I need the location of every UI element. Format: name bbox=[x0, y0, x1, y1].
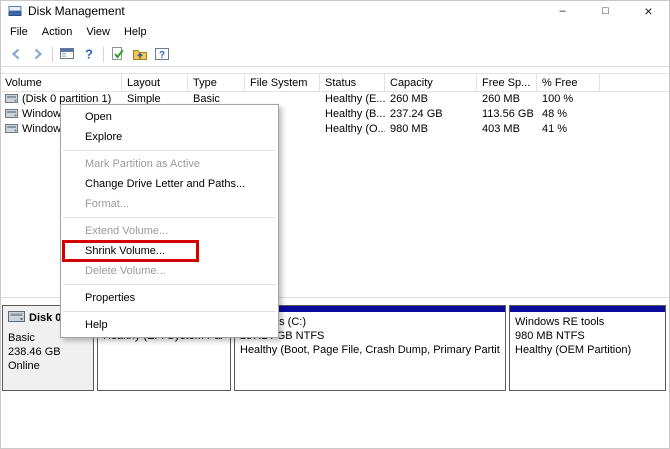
disk-name: Disk 0 bbox=[29, 312, 61, 324]
ctx-item-extend-volume: Extend Volume... bbox=[61, 221, 278, 241]
ctx-item-explore[interactable]: Explore bbox=[61, 127, 278, 147]
column-header-type[interactable]: Type bbox=[188, 74, 245, 91]
partition-title: Windows RE tools bbox=[515, 315, 660, 329]
cell-pct-free: 41 % bbox=[537, 121, 600, 136]
column-header-pct-free[interactable]: % Free bbox=[537, 74, 600, 91]
volume-name: (Disk 0 partition 1) bbox=[22, 93, 111, 105]
column-header-file-system[interactable]: File System bbox=[245, 74, 320, 91]
partition-windows-re[interactable]: Windows RE tools 980 MB NTFS Healthy (OE… bbox=[509, 305, 666, 391]
ctx-item-format: Format... bbox=[61, 194, 278, 214]
help-window-icon[interactable]: ? bbox=[151, 44, 173, 64]
column-header-status[interactable]: Status bbox=[320, 74, 385, 91]
volume-icon bbox=[5, 93, 18, 104]
partition-title: Windows (C:) bbox=[240, 315, 500, 329]
ctx-item-delete-volume: Delete Volume... bbox=[61, 261, 278, 281]
maximize-button[interactable]: □ bbox=[584, 0, 627, 22]
disk-status: Online bbox=[8, 359, 88, 373]
close-button[interactable]: × bbox=[627, 0, 670, 22]
column-header-layout[interactable]: Layout bbox=[122, 74, 188, 91]
ctx-item-shrink-volume[interactable]: Shrink Volume... bbox=[61, 241, 278, 261]
minimize-button[interactable]: – bbox=[541, 0, 584, 22]
forward-arrow-icon[interactable] bbox=[27, 44, 49, 64]
caption-buttons: – □ × bbox=[541, 0, 670, 22]
help-icon[interactable]: ? bbox=[78, 44, 100, 64]
console-window-icon[interactable] bbox=[56, 44, 78, 64]
column-header-volume[interactable]: Volume bbox=[0, 74, 122, 91]
menubar: File Action View Help bbox=[0, 22, 670, 42]
menu-separator bbox=[63, 217, 276, 218]
cell-free-space: 260 MB bbox=[477, 91, 537, 106]
cell-free-space: 403 MB bbox=[477, 121, 537, 136]
window-title: Disk Management bbox=[28, 4, 125, 18]
cell-capacity: 237.24 GB bbox=[385, 106, 477, 121]
toolbar-separator bbox=[103, 47, 104, 62]
menu-separator bbox=[63, 284, 276, 285]
cell-free-space: 113.56 GB bbox=[477, 106, 537, 121]
cell-capacity: 260 MB bbox=[385, 91, 477, 106]
svg-text:?: ? bbox=[159, 50, 165, 61]
partition-size: 237.24 GB NTFS bbox=[240, 329, 500, 343]
partition-status: Healthy (Boot, Page File, Crash Dump, Pr… bbox=[240, 343, 500, 357]
ctx-item-mark-partition-active: Mark Partition as Active bbox=[61, 154, 278, 174]
toolbar-separator bbox=[52, 47, 53, 62]
volume-icon bbox=[5, 108, 18, 119]
menu-separator bbox=[63, 150, 276, 151]
menu-action[interactable]: Action bbox=[35, 22, 80, 42]
check-page-icon[interactable] bbox=[107, 44, 129, 64]
menu-file[interactable]: File bbox=[3, 22, 35, 42]
disk-size: 238.46 GB bbox=[8, 345, 88, 359]
menu-separator bbox=[63, 311, 276, 312]
ctx-item-help[interactable]: Help bbox=[61, 315, 278, 335]
titlebar: Disk Management – □ × bbox=[0, 0, 670, 22]
cell-status: Healthy (O... bbox=[320, 121, 385, 136]
cell-status: Healthy (E... bbox=[320, 91, 385, 106]
ctx-item-properties[interactable]: Properties bbox=[61, 288, 278, 308]
ctx-item-change-drive-letter[interactable]: Change Drive Letter and Paths... bbox=[61, 174, 278, 194]
context-menu: Open Explore Mark Partition as Active Ch… bbox=[60, 104, 279, 338]
cell-capacity: 980 MB bbox=[385, 121, 477, 136]
menu-view[interactable]: View bbox=[79, 22, 117, 42]
back-arrow-icon[interactable] bbox=[5, 44, 27, 64]
svg-text:?: ? bbox=[85, 47, 93, 62]
ctx-item-open[interactable]: Open bbox=[61, 107, 278, 127]
menu-help[interactable]: Help bbox=[117, 22, 154, 42]
partition-size: 980 MB NTFS bbox=[515, 329, 660, 343]
folder-up-icon[interactable] bbox=[129, 44, 151, 64]
cell-pct-free: 100 % bbox=[537, 91, 600, 106]
toolbar: ? ? bbox=[0, 42, 670, 67]
partition-status: Healthy (OEM Partition) bbox=[515, 343, 660, 357]
cell-status: Healthy (B... bbox=[320, 106, 385, 121]
volume-list-header: Volume Layout Type File System Status Ca… bbox=[0, 73, 670, 92]
column-header-filler bbox=[600, 74, 670, 91]
cell-pct-free: 48 % bbox=[537, 106, 600, 121]
disk-management-app-icon bbox=[8, 4, 22, 18]
column-header-free-space[interactable]: Free Sp... bbox=[477, 74, 537, 91]
volume-icon bbox=[5, 123, 18, 134]
disk-icon bbox=[8, 310, 25, 326]
column-header-capacity[interactable]: Capacity bbox=[385, 74, 477, 91]
